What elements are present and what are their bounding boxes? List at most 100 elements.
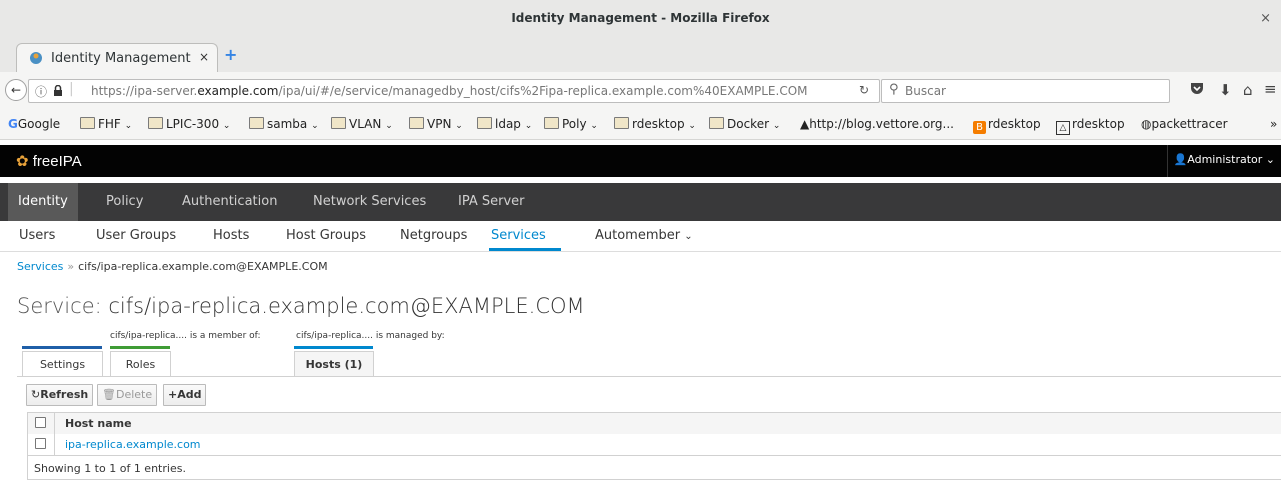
menu-icon[interactable]: ≡ <box>1264 80 1277 98</box>
bookmark-folder-vpn[interactable]: VPN ⌄ <box>409 117 463 131</box>
navigation-toolbar: ← ⓘ | https://ipa-server.example.com/ipa… <box>0 72 1281 109</box>
info-icon[interactable]: ⓘ <box>35 83 47 100</box>
bookmark-folder-ldap[interactable]: ldap ⌄ <box>477 117 532 131</box>
subnav-netgroups[interactable]: Netgroups <box>400 228 467 243</box>
tab-label: Identity Management <box>51 51 191 66</box>
bookmark-folder-docker[interactable]: Docker ⌄ <box>709 117 780 131</box>
reload-icon[interactable]: ↻ <box>859 83 869 97</box>
url-divider: | <box>69 81 74 97</box>
header-divider <box>1167 145 1168 177</box>
nav-policy[interactable]: Policy <box>96 183 153 221</box>
row-checkbox[interactable] <box>35 438 46 449</box>
window-title: Identity Management - Mozilla Firefox <box>511 11 770 25</box>
subnav-user-groups[interactable]: User Groups <box>96 228 176 243</box>
download-icon[interactable]: ⬇ <box>1219 81 1232 99</box>
chevron-down-icon: ⌄ <box>1265 153 1275 166</box>
bookmark-linux-rdesktop[interactable]: △ rdesktop <box>1056 117 1125 135</box>
subnav-users[interactable]: Users <box>19 228 55 243</box>
bookmark-folder-lpic[interactable]: LPIC-300 ⌄ <box>148 117 230 131</box>
facet-divider <box>17 376 1281 377</box>
select-all-checkbox[interactable] <box>35 417 46 428</box>
window-close-button[interactable]: × <box>1260 11 1271 26</box>
folder-icon <box>249 117 264 129</box>
new-tab-button[interactable]: + <box>224 45 237 64</box>
url-text[interactable]: https://ipa-server.example.com/ipa/ui/#/… <box>91 84 808 98</box>
tab-strip: Identity Management × + <box>0 39 1281 73</box>
add-button[interactable]: +Add <box>163 384 207 406</box>
managed-by-group-label: cifs/ipa-replica.... is managed by: <box>296 331 445 341</box>
back-button[interactable]: ← <box>5 79 27 101</box>
bookmarks-overflow-button[interactable]: » <box>1270 117 1277 131</box>
page-title: Service: cifs/ipa-replica.example.com@EX… <box>17 294 585 318</box>
search-bar[interactable]: ⚲ Buscar <box>881 79 1170 103</box>
breadcrumb-separator: » <box>67 260 75 273</box>
settings-group-bar <box>22 346 102 349</box>
vettore-icon: ▲ <box>800 117 810 131</box>
pagination-summary: Showing 1 to 1 of 1 entries. <box>34 462 186 475</box>
folder-icon <box>544 117 559 129</box>
bookmark-folder-samba[interactable]: samba ⌄ <box>249 117 319 131</box>
search-icon: ⚲ <box>889 82 899 97</box>
subnav-automember[interactable]: Automember ⌄ <box>595 228 693 243</box>
nav-network-services[interactable]: Network Services <box>303 183 436 221</box>
user-menu[interactable]: 👤Administrator ⌄ <box>1174 153 1275 166</box>
blogger-icon: B <box>973 121 986 134</box>
pocket-icon[interactable] <box>1190 82 1204 95</box>
column-divider <box>54 413 55 434</box>
table-footer: Showing 1 to 1 of 1 entries. <box>27 456 1281 480</box>
back-arrow-icon: ← <box>10 83 22 97</box>
breadcrumb: Services » cifs/ipa-replica.example.com@EX… <box>17 260 328 273</box>
url-bar[interactable]: ⓘ | https://ipa-server.example.com/ipa/u… <box>28 79 880 103</box>
plus-icon: + <box>168 388 178 401</box>
folder-icon <box>477 117 492 129</box>
bookmarks-toolbar: GGoogle FHF ⌄ LPIC-300 ⌄ samba ⌄ VLAN ⌄ … <box>0 108 1281 140</box>
managed-by-group-bar <box>294 346 373 349</box>
tux-icon: △ <box>1056 121 1070 135</box>
bookmark-packettracer[interactable]: ◍packettracer <box>1141 117 1228 131</box>
lock-icon <box>54 85 62 96</box>
folder-icon <box>709 117 724 129</box>
bookmark-folder-vlan[interactable]: VLAN ⌄ <box>331 117 393 131</box>
refresh-button[interactable]: ↻Refresh <box>26 384 94 406</box>
google-icon: G <box>8 117 18 131</box>
subnav-hosts[interactable]: Hosts <box>213 228 249 243</box>
freeipa-logo[interactable]: ✿ freeIPA <box>16 152 82 170</box>
main-navigation: Identity Policy Authentication Network S… <box>0 183 1281 221</box>
search-placeholder: Buscar <box>905 84 946 98</box>
bookmark-vettore[interactable]: ▲http://blog.vettore.org... <box>800 117 954 131</box>
tab-hosts[interactable]: Hosts (1) <box>294 351 374 377</box>
bookmark-folder-fhf[interactable]: FHF ⌄ <box>80 117 132 131</box>
nav-ipa-server[interactable]: IPA Server <box>448 183 535 221</box>
bookmark-folder-poly[interactable]: Poly ⌄ <box>544 117 598 131</box>
nav-identity[interactable]: Identity <box>8 183 78 221</box>
table-header-row: Host name <box>27 412 1281 435</box>
folder-icon <box>331 117 346 129</box>
active-tab-indicator <box>489 248 561 251</box>
member-of-group-bar <box>110 346 170 349</box>
column-header-host-name[interactable]: Host name <box>65 417 132 430</box>
tab-close-button[interactable]: × <box>199 50 209 64</box>
folder-icon <box>80 117 95 129</box>
tab-roles[interactable]: Roles <box>110 351 171 377</box>
browser-tab[interactable]: Identity Management × <box>16 43 218 73</box>
bookmark-folder-rdesktop[interactable]: rdesktop ⌄ <box>614 117 696 131</box>
bookmark-blogger-rdesktop[interactable]: Brdesktop <box>973 117 1041 134</box>
member-of-group-label: cifs/ipa-replica.... is a member of: <box>110 331 261 341</box>
delete-button[interactable]: 🗑Delete <box>97 384 158 406</box>
tab-settings[interactable]: Settings <box>22 351 103 377</box>
trash-icon: 🗑 <box>102 388 116 401</box>
app-header: ✿ freeIPA 👤Administrator ⌄ <box>0 145 1281 177</box>
subnav-services[interactable]: Services <box>491 228 546 243</box>
column-divider <box>54 434 55 455</box>
service-name: cifs/ipa-replica.example.com@EXAMPLE.COM <box>108 294 585 318</box>
breadcrumb-services-link[interactable]: Services <box>17 260 63 273</box>
folder-icon <box>148 117 163 129</box>
freeipa-favicon-icon <box>30 52 42 64</box>
home-icon[interactable]: ⌂ <box>1243 81 1253 99</box>
folder-icon <box>409 117 424 129</box>
bookmark-google[interactable]: GGoogle <box>8 117 60 131</box>
nav-authentication[interactable]: Authentication <box>172 183 287 221</box>
host-link[interactable]: ipa-replica.example.com <box>65 438 201 451</box>
chevron-down-icon: ⌄ <box>684 231 693 242</box>
subnav-host-groups[interactable]: Host Groups <box>286 228 366 243</box>
